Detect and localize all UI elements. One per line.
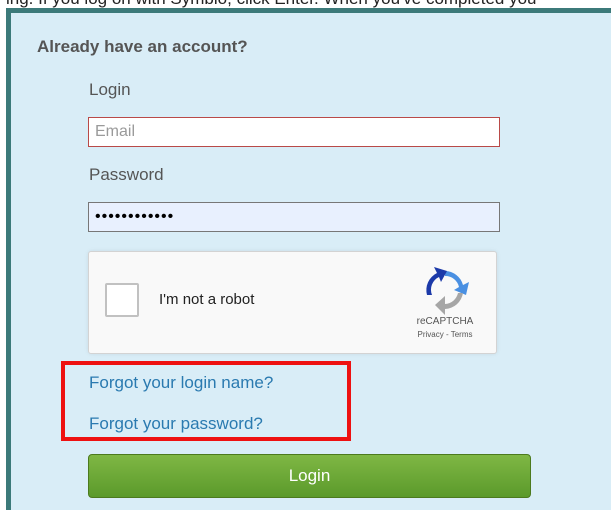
recaptcha-checkbox[interactable] — [105, 283, 139, 317]
login-button[interactable]: Login — [88, 454, 531, 498]
login-label: Login — [89, 80, 131, 99]
recaptcha-terms-link[interactable]: Terms — [451, 330, 473, 339]
top-cropped-text: ing. If you log on with Symbio, click En… — [0, 0, 611, 8]
cropped-instruction-text: ing. If you log on with Symbio, click En… — [6, 0, 537, 8]
password-label: Password — [89, 165, 164, 184]
recaptcha-logo-icon — [426, 267, 469, 315]
forgot-password-link[interactable]: Forgot your password? — [89, 414, 263, 434]
recaptcha-privacy-link[interactable]: Privacy — [418, 330, 444, 339]
recaptcha-links: Privacy - Terms — [395, 330, 495, 339]
recaptcha-separator: - — [443, 330, 451, 339]
recaptcha-widget: I'm not a robot reCAPTCHA Privacy - Term… — [88, 251, 497, 354]
section-heading: Already have an account? — [37, 37, 248, 56]
password-input[interactable] — [88, 202, 500, 232]
recaptcha-brand: reCAPTCHA — [416, 316, 474, 327]
recaptcha-label: I'm not a robot — [159, 291, 255, 308]
email-input[interactable] — [88, 117, 500, 147]
forgot-login-link[interactable]: Forgot your login name? — [89, 373, 273, 393]
